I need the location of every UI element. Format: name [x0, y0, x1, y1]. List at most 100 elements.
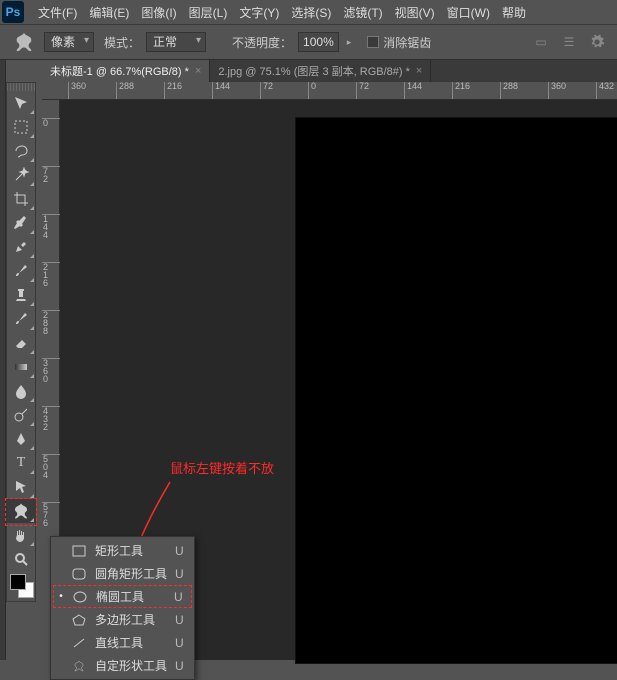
menu-window[interactable]: 窗口(W) [441, 0, 496, 25]
ruler-tick: 144 [212, 82, 230, 100]
move-tool[interactable] [7, 91, 35, 115]
polygon-icon [71, 613, 87, 627]
menu-file[interactable]: 文件(F) [32, 0, 83, 25]
flyout-item-label: 直线工具 [95, 634, 167, 651]
opacity-field[interactable]: 100% [298, 32, 339, 52]
hand-tool[interactable] [7, 523, 35, 547]
magic-wand-tool[interactable] [7, 163, 35, 187]
blend-mode-dropdown[interactable]: 正常 [146, 32, 206, 52]
align-edges-icon[interactable]: ▭ [531, 32, 551, 52]
menu-select[interactable]: 选择(S) [285, 0, 337, 25]
ruler-tick: 288 [500, 82, 518, 100]
annotation-text: 鼠标左键按着不放 [170, 458, 274, 477]
ruler-tick: 216 [452, 82, 470, 100]
history-brush-tool[interactable] [7, 307, 35, 331]
flyout-item-shortcut: U [174, 590, 183, 604]
flyout-item-shortcut: U [175, 613, 184, 627]
opacity-dropdown-arrow-icon[interactable]: ▸ [347, 37, 352, 48]
ruler-tick: 504 [42, 454, 60, 479]
rect-icon [71, 544, 87, 558]
clone-stamp-tool[interactable] [7, 283, 35, 307]
ruler-tick: 216 [164, 82, 182, 100]
menu-layer[interactable]: 图层(L) [183, 0, 234, 25]
selected-indicator-icon: • [58, 591, 64, 602]
antialias-checkbox[interactable] [367, 36, 379, 48]
opacity-label: 不透明度： [232, 34, 292, 51]
lasso-tool[interactable] [7, 139, 35, 163]
brush-tool[interactable] [7, 259, 35, 283]
ruler-horizontal[interactable]: 360 288 216 144 72 0 72 144 216 288 360 432 [42, 82, 617, 100]
flyout-item-shortcut: U [175, 567, 184, 581]
ruler-tick: 72 [260, 82, 273, 100]
shape-tool-flyout: 矩形工具U圆角矩形工具U•椭圆工具U多边形工具U直线工具U自定形状工具U [50, 536, 195, 680]
path-selection-tool[interactable] [7, 475, 35, 499]
menu-edit[interactable]: 编辑(E) [83, 0, 135, 25]
flyout-item-line[interactable]: 直线工具 U [51, 631, 194, 654]
ruler-tick: 576 [42, 502, 60, 527]
foreground-color-swatch[interactable] [10, 574, 26, 590]
menu-image[interactable]: 图像(I) [135, 0, 182, 25]
zoom-tool[interactable] [7, 547, 35, 571]
ruler-tick: 360 [68, 82, 86, 100]
custom-shape-tool-icon[interactable] [10, 28, 38, 56]
ruler-tick: 360 [548, 82, 566, 100]
menu-type[interactable]: 文字(Y) [233, 0, 285, 25]
blur-tool[interactable] [7, 379, 35, 403]
flyout-item-shortcut: U [175, 544, 184, 558]
close-icon[interactable]: × [416, 65, 422, 77]
menu-filter[interactable]: 滤镜(T) [337, 0, 388, 25]
ruler-tick: 0 [308, 82, 316, 100]
gradient-tool[interactable] [7, 355, 35, 379]
ruler-tick: 432 [42, 406, 60, 431]
eyedropper-tool[interactable] [7, 211, 35, 235]
menu-help[interactable]: 帮助 [496, 0, 532, 25]
dodge-tool[interactable] [7, 403, 35, 427]
shape-tool[interactable] [7, 499, 35, 523]
document-tab-2[interactable]: 2.jpg @ 75.1% (图层 3 副本, RGB/8#) * × [210, 60, 431, 82]
rrect-icon [71, 567, 87, 581]
flyout-item-label: 多边形工具 [95, 611, 167, 628]
pen-tool[interactable] [7, 427, 35, 451]
options-bar: 像素 模式： 正常 不透明度： 100% ▸ 消除锯齿 ▭ ☰ [0, 25, 617, 60]
marquee-tool[interactable] [7, 115, 35, 139]
flyout-item-rect[interactable]: 矩形工具 U [51, 539, 194, 562]
flyout-item-custom[interactable]: 自定形状工具U [51, 654, 194, 677]
ruler-tick: 72 [356, 82, 369, 100]
menu-bar: Ps 文件(F) 编辑(E) 图像(I) 图层(L) 文字(Y) 选择(S) 滤… [0, 0, 617, 25]
document-tab-1[interactable]: 未标题-1 @ 66.7%(RGB/8) * × [42, 60, 210, 82]
photoshop-logo-icon: Ps [2, 1, 24, 23]
gear-icon[interactable] [587, 32, 607, 52]
flyout-item-label: 矩形工具 [95, 542, 167, 559]
flyout-item-shortcut: U [175, 659, 184, 673]
mode-label: 模式： [104, 34, 140, 51]
toolbox-grip[interactable] [7, 83, 35, 91]
ruler-tick: 144 [42, 214, 60, 239]
antialias-label: 消除锯齿 [383, 34, 431, 51]
ruler-tick: 288 [116, 82, 134, 100]
eraser-tool[interactable] [7, 331, 35, 355]
flyout-item-polygon[interactable]: 多边形工具 U [51, 608, 194, 631]
ellipse-icon [72, 590, 88, 604]
ruler-tick: 288 [42, 310, 60, 335]
menu-view[interactable]: 视图(V) [389, 0, 441, 25]
custom-icon [71, 659, 87, 673]
flyout-item-rrect[interactable]: 圆角矩形工具 U [51, 562, 194, 585]
flyout-item-label: 圆角矩形工具 [95, 565, 167, 582]
line-icon [71, 636, 87, 650]
crop-tool[interactable] [7, 187, 35, 211]
ruler-tick: 144 [404, 82, 422, 100]
document-tabs: 未标题-1 @ 66.7%(RGB/8) * × 2.jpg @ 75.1% (… [42, 60, 617, 82]
geometry-options-icon[interactable]: ☰ [559, 32, 579, 52]
shape-unit-dropdown[interactable]: 像素 [44, 32, 94, 52]
ruler-tick: 432 [596, 82, 614, 100]
flyout-item-ellipse[interactable]: • 椭圆工具 U [53, 585, 192, 608]
close-icon[interactable]: × [195, 65, 201, 77]
flyout-item-shortcut: U [175, 636, 184, 650]
healing-brush-tool[interactable] [7, 235, 35, 259]
type-tool[interactable]: T [7, 451, 35, 475]
ruler-tick: 360 [42, 358, 60, 383]
ruler-tick: 0 [42, 118, 60, 127]
color-swatches[interactable] [7, 571, 35, 601]
flyout-item-label: 椭圆工具 [96, 588, 166, 605]
artboard[interactable] [296, 118, 617, 663]
